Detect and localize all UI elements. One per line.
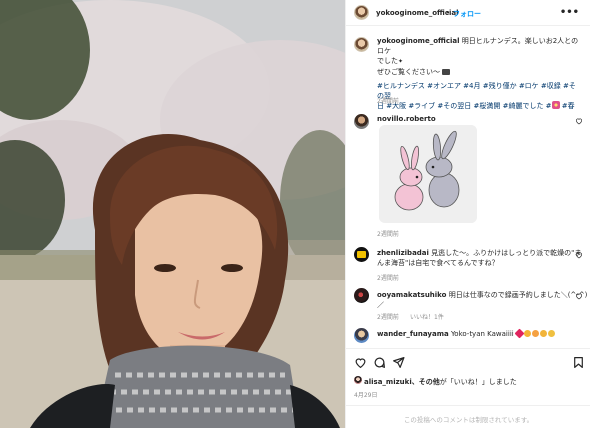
liked-by-suffix: が「いいね！」しました (439, 378, 517, 386)
smile-emoji-icon (523, 330, 531, 337)
comment-avatar[interactable] (354, 114, 369, 129)
more-options-icon[interactable]: ••• (560, 7, 579, 18)
comment-sticker-image (379, 125, 477, 223)
comment-icon[interactable] (373, 356, 386, 369)
follow-button[interactable]: フォロー (453, 9, 481, 19)
sparkle-icon: ✦ (398, 58, 404, 65)
caption-text-line2: でした (377, 57, 398, 65)
caption-time[interactable]: 2週間前 (377, 96, 399, 105)
liked-by-others[interactable]: 、その他 (412, 378, 440, 386)
comment-text-line1: 明日は仕事なので録画予約しました＼(^-^) (446, 291, 588, 299)
like-comment-icon[interactable] (575, 251, 583, 259)
comment-body: zhenlizibadai 見逃した〜。ふりかけはしっとり派で乾燥の"ま んま海… (377, 248, 581, 268)
post-header: yokooginome_official • フォロー ••• (346, 0, 590, 26)
post-caption: yokooginome_official 明日ヒルナンデス。楽しいお2人とのロケ… (377, 36, 582, 111)
hashtags-line2[interactable]: 日 #大阪 #ライブ #その翌日 #桜満開 #綺麗でした # (377, 102, 552, 110)
comment-avatar[interactable] (354, 328, 369, 343)
post-photo[interactable] (0, 0, 345, 428)
owner-avatar[interactable] (354, 5, 369, 20)
caption-avatar[interactable] (354, 37, 369, 52)
comment-restricted-bar: この投稿へのコメントは制限されています。 (346, 405, 590, 428)
flower-emoji-icon (551, 101, 560, 109)
post-actions: alisa_mizuki、その他が「いいね！」しました 4月29日 この投稿への… (346, 348, 590, 428)
liked-by-summary: alisa_mizuki、その他が「いいね！」しました (364, 377, 517, 387)
camera-emoji-icon (442, 69, 450, 75)
hashtags-line1[interactable]: #ヒルナンデス #オンエア #4月 #残り僅か #ロケ #収録 #その翌 (377, 81, 582, 101)
comment-text-line2: んま海苔"は自宅で食べてるんですね？ (377, 259, 499, 267)
post-side-panel: yokooginome_official • フォロー ••• yokoogin… (345, 0, 590, 428)
post-date[interactable]: 4月29日 (354, 390, 377, 399)
comment-text-line2: ／ (377, 301, 384, 309)
share-icon[interactable] (392, 356, 405, 369)
grin-emoji-icon (531, 330, 539, 337)
comment-avatar[interactable] (354, 247, 369, 262)
comment-text-line1: 見逃した〜。ふりかけはしっとり派で乾燥の"ま (428, 249, 582, 257)
liker-avatar[interactable] (354, 376, 362, 384)
caption-text-line3: ぜひご覧ください〜 (377, 68, 440, 76)
comment-username[interactable]: novillo.roberto (377, 115, 436, 123)
bunny-sticker-illustration (379, 125, 477, 223)
comment-username[interactable]: wander_funayama (377, 330, 449, 338)
hashtags-line3[interactable]: #春 (560, 102, 575, 110)
comment-username[interactable]: ooyamakatsuhiko (377, 291, 446, 299)
like-icon[interactable] (354, 356, 367, 369)
comment-time[interactable]: 2週間前 (377, 273, 399, 282)
comment-body: ooyamakatsuhiko 明日は仕事なので録画予約しました＼(^-^) ／ (377, 290, 587, 310)
like-comment-icon[interactable] (575, 117, 583, 125)
comment-avatar[interactable] (354, 288, 369, 303)
comment-likes-count[interactable]: いいね！1件 (410, 312, 444, 321)
comment-restricted-text: この投稿へのコメントは制限されています。 (403, 416, 534, 424)
like-comment-icon[interactable] (575, 292, 583, 300)
laugh-emoji-icon (539, 330, 547, 337)
liked-by-username[interactable]: alisa_mizuki (364, 378, 412, 386)
caption-username[interactable]: yokooginome_official (377, 37, 460, 45)
comment-body: wander_funayama Yoko-tyan Kawaiiii (377, 328, 556, 339)
save-icon[interactable] (572, 356, 585, 369)
photo-scene (0, 0, 345, 428)
comment-time[interactable]: 2週間前 (377, 312, 399, 321)
comment-text: Yoko-tyan Kawaiiii (448, 330, 516, 338)
separator-dot: • (446, 9, 451, 17)
comment-time[interactable]: 2週間前 (377, 229, 399, 238)
blush-emoji-icon (547, 330, 555, 337)
comment-username[interactable]: zhenlizibadai (377, 249, 429, 257)
